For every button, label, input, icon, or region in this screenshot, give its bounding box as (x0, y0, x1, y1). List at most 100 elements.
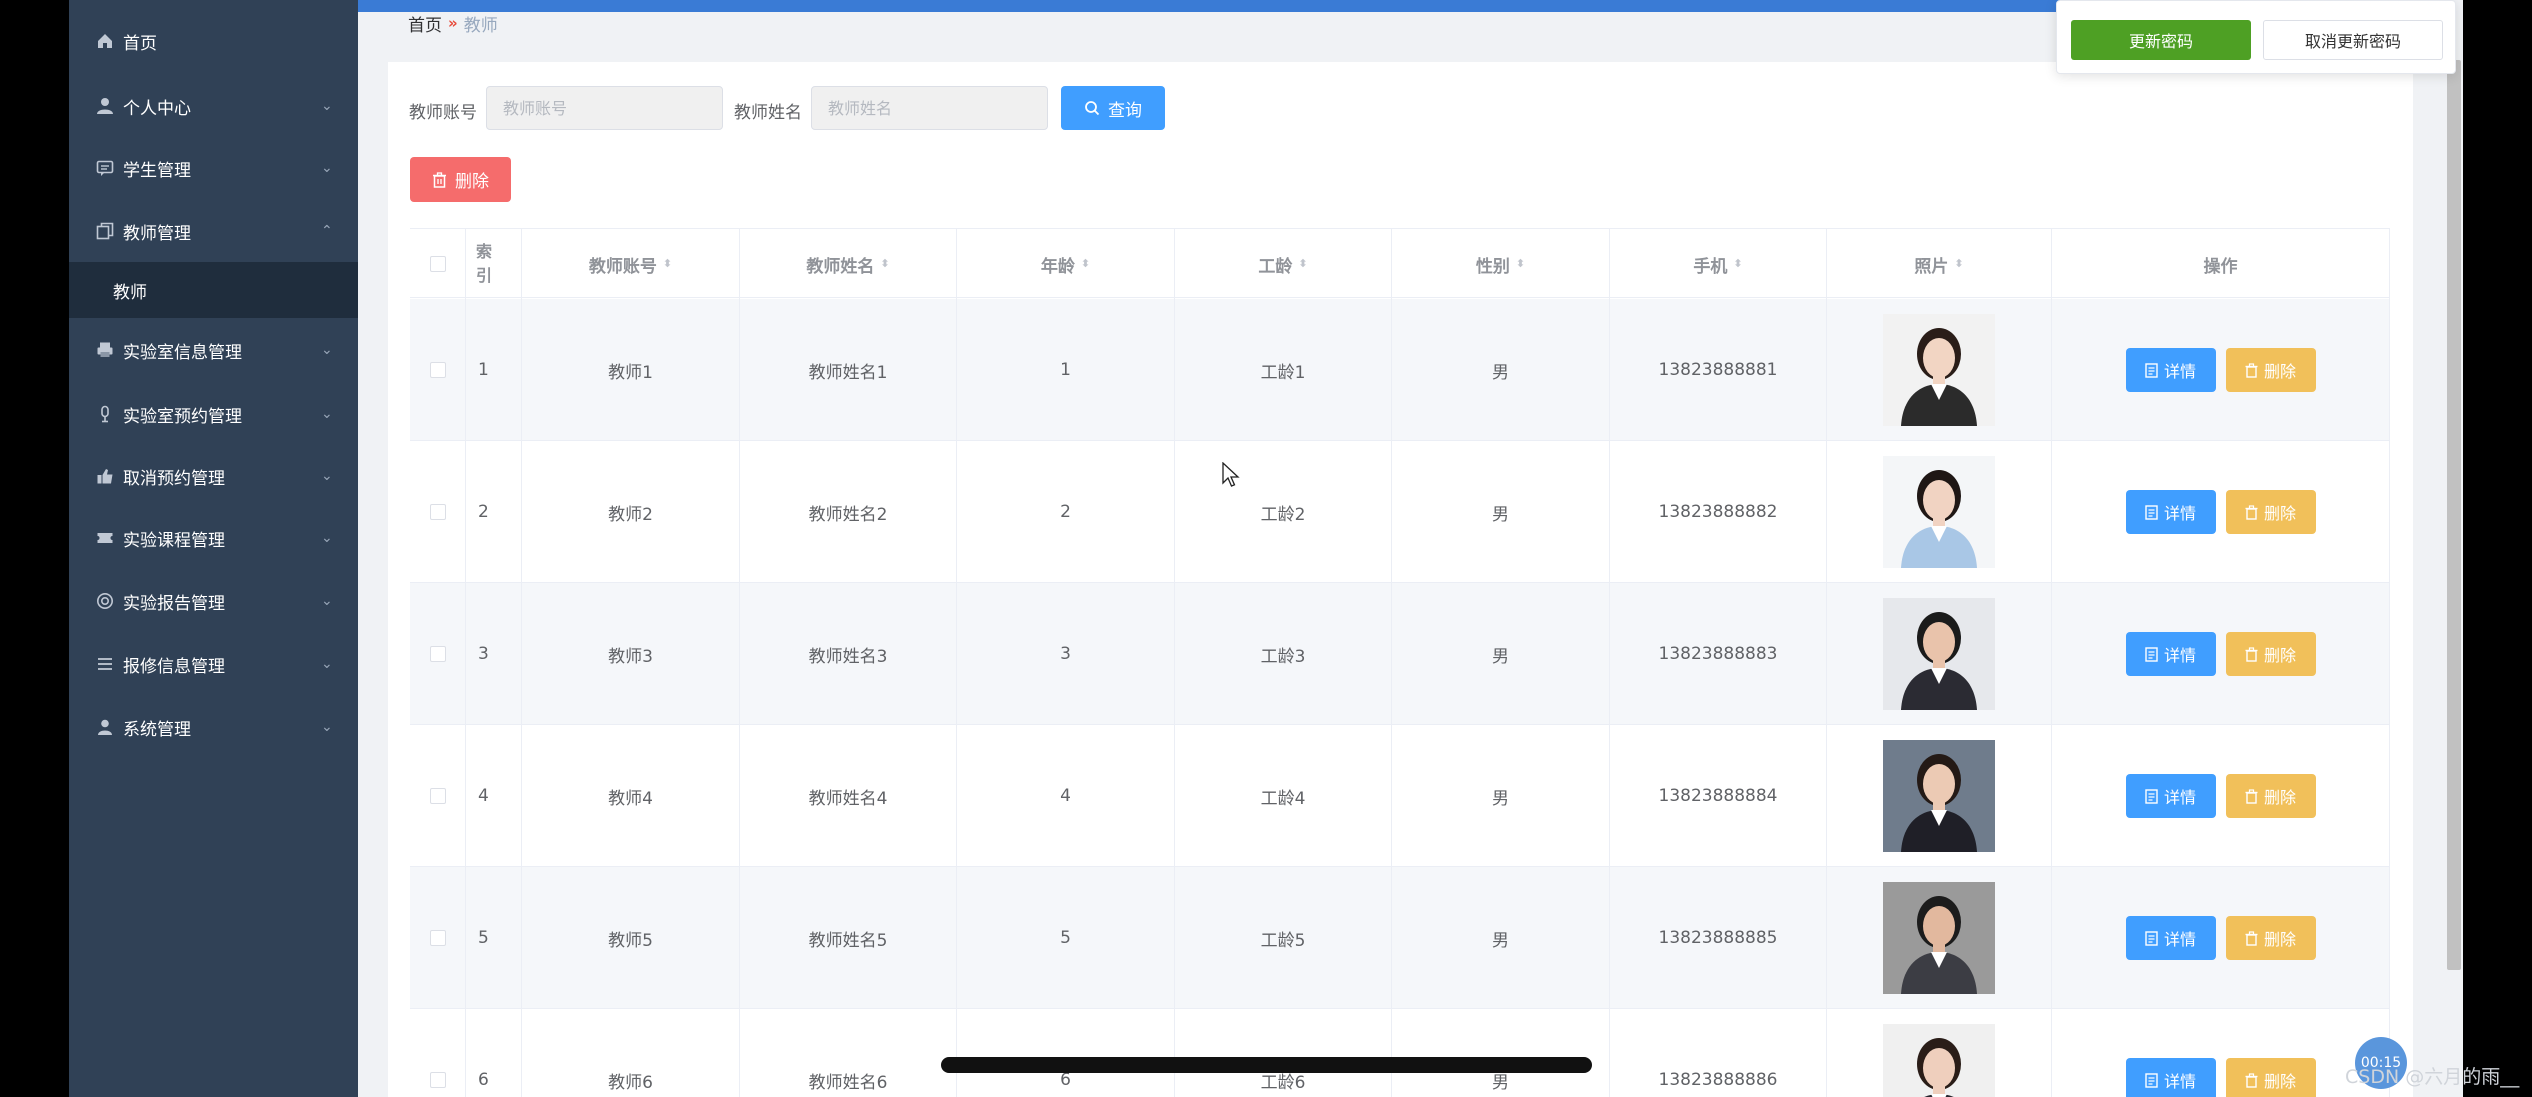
sidebar-item-home[interactable]: 首页 (69, 12, 358, 70)
header-seniority[interactable]: 工龄 ⬍ (1175, 229, 1392, 299)
sidebar-item-lab-reports[interactable]: 实验报告管理 ⌄ (69, 572, 358, 630)
table-row: 3 教师3 教师姓名3 3 工龄3 男 13823888883 详情 删除 (410, 583, 2390, 725)
table-row: 2 教师2 教师姓名2 2 工龄2 男 13823888882 详情 删除 (410, 441, 2390, 583)
row-delete-button[interactable]: 删除 (2225, 916, 2316, 960)
sidebar-item-label: 实验报告管理 (123, 593, 225, 614)
header-account[interactable]: 教师账号 ⬍ (522, 229, 740, 299)
cell-age: 6 (957, 1009, 1175, 1097)
update-password-button[interactable]: 更新密码 (2071, 20, 2251, 60)
account-search-input[interactable] (486, 86, 723, 130)
header-photo[interactable]: 照片 ⬍ (1827, 229, 2052, 299)
sort-icon[interactable]: ⬍ (1733, 258, 1742, 269)
header-select-all[interactable] (410, 229, 466, 299)
cancel-update-password-button[interactable]: 取消更新密码 (2263, 20, 2443, 60)
cell-photo (1827, 583, 2052, 725)
teacher-photo[interactable] (1883, 882, 1995, 994)
row-delete-button[interactable]: 删除 (2225, 632, 2316, 676)
trash-icon (2245, 362, 2258, 378)
breadcrumb-home[interactable]: 首页 (408, 11, 442, 36)
teacher-photo[interactable] (1883, 1024, 1995, 1097)
sidebar-item-students[interactable]: 学生管理 ⌄ (69, 139, 358, 197)
cell-phone: 13823888885 (1610, 867, 1827, 1009)
header-age[interactable]: 年龄 ⬍ (957, 229, 1175, 299)
sidebar-item-profile[interactable]: 个人中心 ⌄ (69, 77, 358, 135)
header-phone[interactable]: 手机 ⬍ (1610, 229, 1827, 299)
row-delete-button[interactable]: 删除 (2225, 348, 2316, 392)
teacher-photo[interactable] (1883, 456, 1995, 568)
cell-actions: 详情 删除 (2052, 299, 2390, 441)
row-checkbox[interactable] (429, 1072, 446, 1088)
sidebar-item-lab-courses[interactable]: 实验课程管理 ⌄ (69, 509, 358, 567)
search-button[interactable]: 查询 (1061, 86, 1165, 130)
header-name[interactable]: 教师姓名 ⬍ (740, 229, 957, 299)
sidebar-item-system[interactable]: 系统管理 ⌄ (69, 698, 358, 756)
sidebar-subitem-teacher[interactable]: 教师 (69, 262, 358, 318)
row-delete-button[interactable]: 删除 (2225, 774, 2316, 818)
name-search-input[interactable] (811, 86, 1048, 130)
document-icon (2145, 646, 2158, 662)
chevron-down-icon: ⌄ (321, 406, 333, 422)
mouse-cursor-icon (1222, 462, 1240, 487)
detail-button[interactable]: 详情 (2125, 490, 2216, 534)
teacher-photo[interactable] (1883, 740, 1995, 852)
detail-button[interactable]: 详情 (2125, 916, 2216, 960)
sort-icon[interactable]: ⬍ (1516, 258, 1525, 269)
scrollbar-thumb[interactable] (2447, 60, 2461, 970)
header-name-label: 教师姓名 (806, 256, 875, 277)
sidebar-item-label: 实验室预约管理 (123, 406, 242, 427)
copy-icon (95, 221, 115, 241)
thumb-icon (95, 466, 115, 486)
row-delete-button[interactable]: 删除 (2225, 1058, 2316, 1097)
cell-actions: 详情 删除 (2052, 583, 2390, 725)
cell-name: 教师姓名6 (740, 1009, 957, 1097)
bulk-delete-button[interactable]: 删除 (410, 157, 511, 202)
cell-gender: 男 (1392, 867, 1610, 1009)
cell-seniority: 工龄2 (1175, 441, 1392, 583)
sidebar-item-lab-booking[interactable]: 实验室预约管理 ⌄ (69, 385, 358, 443)
sort-icon[interactable]: ⬍ (1081, 258, 1090, 269)
detail-button[interactable]: 详情 (2125, 774, 2216, 818)
detail-button-label: 详情 (2163, 1072, 2196, 1091)
detail-button[interactable]: 详情 (2125, 632, 2216, 676)
sort-icon[interactable]: ⬍ (1954, 258, 1963, 269)
sidebar-item-label: 学生管理 (123, 160, 191, 181)
cell-age: 3 (957, 583, 1175, 725)
detail-button[interactable]: 详情 (2125, 348, 2216, 392)
sidebar-item-label: 教师管理 (123, 223, 191, 244)
sidebar-item-cancel-booking[interactable]: 取消预约管理 ⌄ (69, 447, 358, 505)
sort-icon[interactable]: ⬍ (880, 258, 889, 269)
detail-button[interactable]: 详情 (2125, 1058, 2216, 1097)
teacher-photo[interactable] (1883, 598, 1995, 710)
sidebar: 首页 个人中心 ⌄ 学生管理 ⌄ 教师管理 ⌃ 教师 实验室信息管理 ⌄ 实验室… (69, 0, 358, 1097)
header-gender[interactable]: 性别 ⬍ (1392, 229, 1610, 299)
sort-icon[interactable]: ⬍ (663, 258, 672, 269)
sidebar-item-label: 实验课程管理 (123, 530, 225, 551)
vertical-scrollbar[interactable] (2445, 0, 2463, 1097)
password-popover: 更新密码 取消更新密码 (2056, 0, 2456, 74)
row-checkbox[interactable] (429, 788, 446, 804)
cell-index: 4 (466, 725, 522, 867)
header-gender-label: 性别 (1475, 256, 1510, 277)
sidebar-subitem-label: 教师 (113, 282, 147, 303)
sidebar-item-lab-info[interactable]: 实验室信息管理 ⌄ (69, 321, 358, 379)
table-row: 4 教师4 教师姓名4 4 工龄4 男 13823888884 详情 删除 (410, 725, 2390, 867)
row-checkbox[interactable] (429, 930, 446, 946)
cell-name: 教师姓名5 (740, 867, 957, 1009)
row-delete-button[interactable]: 删除 (2225, 490, 2316, 534)
sidebar-item-label: 个人中心 (123, 98, 191, 119)
row-checkbox[interactable] (429, 362, 446, 378)
row-checkbox[interactable] (429, 504, 446, 520)
ticket-icon (95, 528, 115, 548)
cell-gender: 男 (1392, 725, 1610, 867)
select-all-checkbox[interactable] (429, 256, 446, 272)
detail-button-label: 详情 (2163, 788, 2196, 807)
teacher-photo[interactable] (1883, 314, 1995, 426)
sidebar-item-teachers[interactable]: 教师管理 ⌃ (69, 202, 358, 260)
cell-index: 6 (466, 1009, 522, 1097)
cell-name: 教师姓名3 (740, 583, 957, 725)
row-checkbox[interactable] (429, 646, 446, 662)
trash-icon (2245, 930, 2258, 946)
sort-icon[interactable]: ⬍ (1298, 258, 1307, 269)
sidebar-item-repairs[interactable]: 报修信息管理 ⌄ (69, 635, 358, 693)
table-header: 索引 教师账号 ⬍ 教师姓名 ⬍ 年龄 ⬍ 工龄 ⬍ 性别 ⬍ 手机 ⬍ 照片 ⬍ 操作 (410, 228, 2390, 299)
